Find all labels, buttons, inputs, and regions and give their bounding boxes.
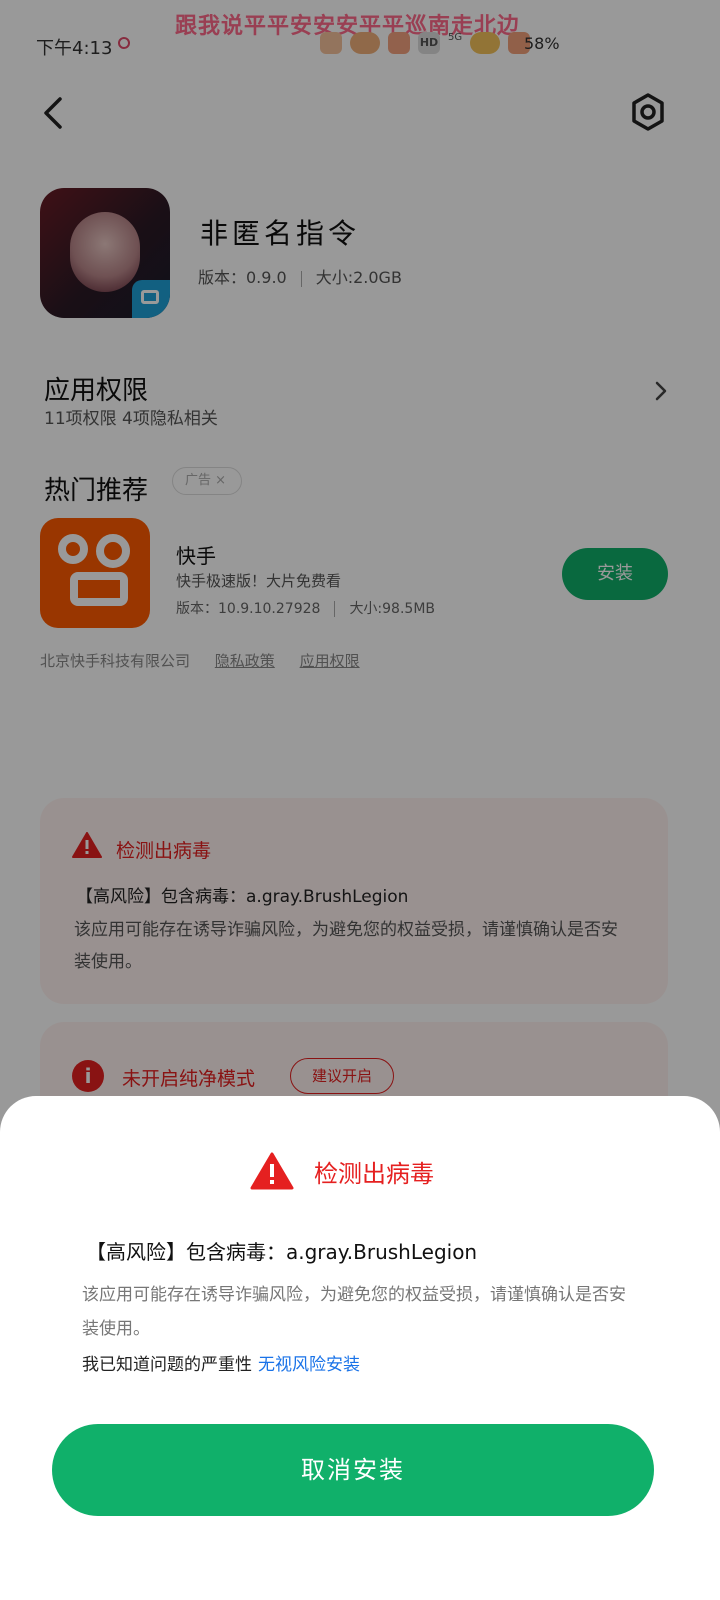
warning-icon (250, 1152, 294, 1190)
ignore-risk-install-link[interactable]: 无视风险安装 (258, 1355, 360, 1375)
dialog-desc: 该应用可能存在诱导诈骗风险，为避免您的权益受损，请谨慎确认是否安装使用。 (82, 1285, 626, 1339)
virus-dialog: 检测出病毒 【高风险】包含病毒：a.gray.BrushLegion 该应用可能… (0, 1096, 720, 1600)
acknowledge-row: 我已知道问题的严重性 无视风险安装 (82, 1350, 360, 1375)
acknowledge-text: 我已知道问题的严重性 (82, 1355, 252, 1375)
dialog-risk-line: 【高风险】包含病毒：a.gray.BrushLegion (86, 1240, 478, 1264)
dialog-title: 检测出病毒 (314, 1160, 434, 1188)
cancel-install-button[interactable]: 取消安装 (52, 1424, 654, 1516)
